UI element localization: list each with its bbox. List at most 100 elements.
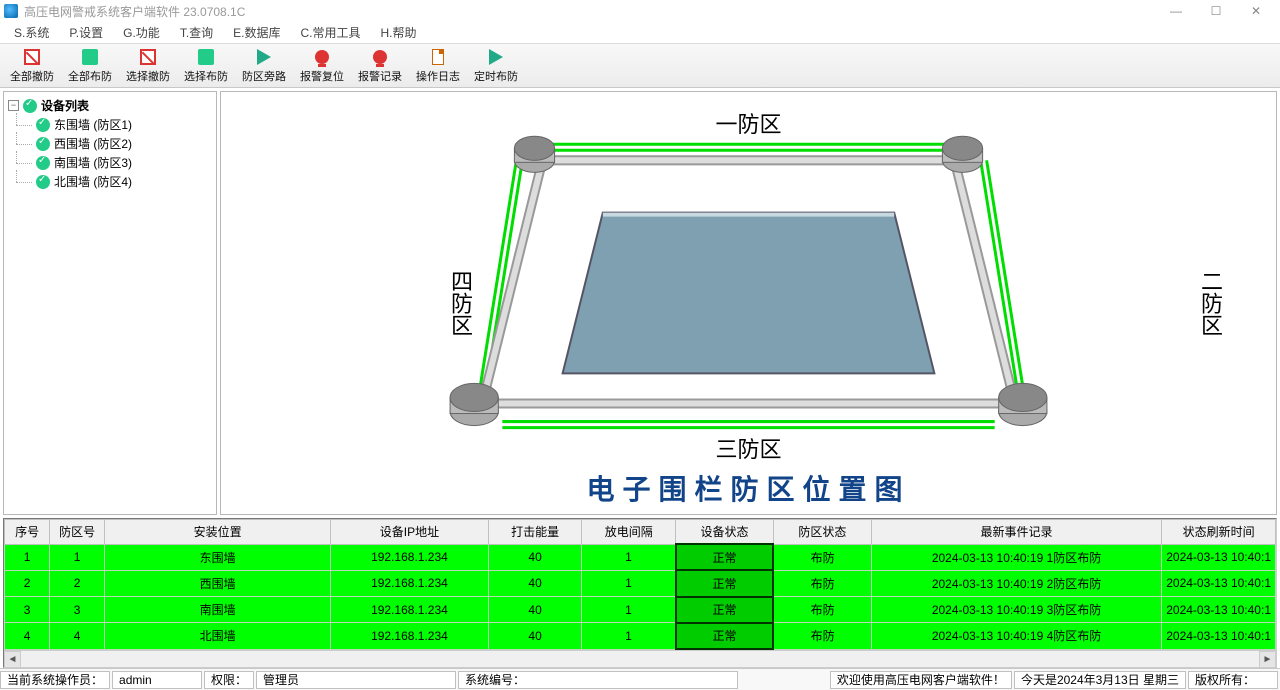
horizontal-scrollbar[interactable]: ◄ ► (4, 650, 1276, 667)
cell-idx: 2 (5, 570, 50, 596)
app-icon (4, 4, 18, 18)
play-icon (257, 49, 271, 65)
cell-idx: 4 (5, 623, 50, 649)
status-bar: 当前系统操作员： admin 权限： 管理员 系统编号： 欢迎使用高压电网客户端… (0, 668, 1280, 690)
cell-zone_status: 布防 (773, 597, 871, 623)
ok-icon (36, 175, 50, 189)
table-row[interactable]: 44北围墙192.168.1.234401正常布防2024-03-13 10:4… (5, 623, 1276, 649)
cell-location: 西围墙 (105, 570, 331, 596)
select-arm-button[interactable]: 选择布防 (178, 46, 234, 86)
arm-all-button[interactable]: 全部布防 (62, 46, 118, 86)
col-location[interactable]: 安装位置 (105, 520, 331, 545)
cell-refresh: 2024-03-13 10:40:1 (1162, 623, 1276, 649)
close-button[interactable]: ✕ (1236, 0, 1276, 22)
maximize-button[interactable]: ☐ (1196, 0, 1236, 22)
cell-location: 北围墙 (105, 623, 331, 649)
col-refresh[interactable]: 状态刷新时间 (1162, 520, 1276, 545)
cell-zone_no: 3 (50, 597, 105, 623)
ok-icon (36, 118, 50, 132)
cell-ip: 192.168.1.234 (331, 597, 489, 623)
alarm-reset-button[interactable]: 报警复位 (294, 46, 350, 86)
ok-icon (36, 137, 50, 151)
alarm-icon (315, 50, 329, 64)
col-zone-status[interactable]: 防区状态 (773, 520, 871, 545)
alarm-icon (373, 50, 387, 64)
col-idx[interactable]: 序号 (5, 520, 50, 545)
cell-interval: 1 (582, 570, 676, 596)
status-welcome: 欢迎使用高压电网客户端软件！ (830, 671, 1012, 689)
status-perm-value: 管理员 (256, 671, 456, 689)
cell-interval: 1 (582, 623, 676, 649)
cell-refresh: 2024-03-13 10:40:1 (1162, 570, 1276, 596)
cell-energy: 40 (488, 623, 582, 649)
tree-item[interactable]: 北围墙 (防区4) (8, 172, 212, 191)
arm-icon (198, 49, 214, 65)
cell-event: 2024-03-13 10:40:19 4防区布防 (871, 623, 1161, 649)
cell-dev_status: 正常 (676, 570, 774, 596)
col-event[interactable]: 最新事件记录 (871, 520, 1161, 545)
cell-zone_no: 1 (50, 544, 105, 570)
tree-item[interactable]: 东围墙 (防区1) (8, 115, 212, 134)
device-tree[interactable]: − 设备列表 东围墙 (防区1) 西围墙 (防区2) 南围墙 (防区3) 北围墙… (3, 91, 217, 515)
cell-zone_status: 布防 (773, 623, 871, 649)
title-bar: 高压电网警戒系统客户端软件 23.0708.1C — ☐ ✕ (0, 0, 1280, 22)
col-dev-status[interactable]: 设备状态 (676, 520, 774, 545)
op-log-button[interactable]: 操作日志 (410, 46, 466, 86)
cell-energy: 40 (488, 544, 582, 570)
ok-icon (36, 156, 50, 170)
menu-database[interactable]: E.数据库 (223, 22, 290, 43)
cell-dev_status: 正常 (676, 544, 774, 570)
minimize-button[interactable]: — (1156, 0, 1196, 22)
menu-system[interactable]: S.系统 (4, 22, 59, 43)
tree-root-node[interactable]: − 设备列表 (8, 96, 212, 115)
menu-tools[interactable]: C.常用工具 (291, 22, 371, 43)
menu-query[interactable]: T.查询 (170, 22, 223, 43)
collapse-icon[interactable]: − (8, 100, 19, 111)
cell-refresh: 2024-03-13 10:40:1 (1162, 597, 1276, 623)
cell-zone_no: 4 (50, 623, 105, 649)
fence-map-canvas: 一防区 二防区 三防区 四防区 电子围栏防区位置图 (220, 91, 1277, 515)
cell-event: 2024-03-13 10:40:19 3防区布防 (871, 597, 1161, 623)
col-zone-no[interactable]: 防区号 (50, 520, 105, 545)
tree-item[interactable]: 西围墙 (防区2) (8, 134, 212, 153)
cell-energy: 40 (488, 597, 582, 623)
menu-functions[interactable]: G.功能 (113, 22, 170, 43)
table-row[interactable]: 22西围墙192.168.1.234401正常布防2024-03-13 10:4… (5, 570, 1276, 596)
cell-ip: 192.168.1.234 (331, 544, 489, 570)
cell-ip: 192.168.1.234 (331, 623, 489, 649)
alarm-log-button[interactable]: 报警记录 (352, 46, 408, 86)
cell-location: 东围墙 (105, 544, 331, 570)
menu-bar: S.系统 P.设置 G.功能 T.查询 E.数据库 C.常用工具 H.帮助 (0, 22, 1280, 44)
status-perm-label: 权限： (204, 671, 254, 689)
cell-zone_status: 布防 (773, 544, 871, 570)
menu-help[interactable]: H.帮助 (371, 22, 427, 43)
cell-interval: 1 (582, 597, 676, 623)
timed-arm-button[interactable]: 定时布防 (468, 46, 524, 86)
cell-ip: 192.168.1.234 (331, 570, 489, 596)
cell-idx: 1 (5, 544, 50, 570)
select-disarm-button[interactable]: 选择撤防 (120, 46, 176, 86)
scroll-right-icon[interactable]: ► (1259, 651, 1276, 668)
cell-dev_status: 正常 (676, 623, 774, 649)
table-row[interactable]: 33南围墙192.168.1.234401正常布防2024-03-13 10:4… (5, 597, 1276, 623)
window-title: 高压电网警戒系统客户端软件 23.0708.1C (24, 3, 1156, 20)
cell-refresh: 2024-03-13 10:40:1 (1162, 544, 1276, 570)
menu-settings[interactable]: P.设置 (59, 22, 113, 43)
cell-zone_status: 布防 (773, 570, 871, 596)
fence-diagram (221, 92, 1276, 514)
log-icon (432, 49, 444, 65)
cell-location: 南围墙 (105, 597, 331, 623)
col-interval[interactable]: 放电间隔 (582, 520, 676, 545)
status-date: 今天是2024年3月13日 星期三 (1014, 671, 1186, 689)
disarm-all-button[interactable]: 全部撤防 (4, 46, 60, 86)
col-ip[interactable]: 设备IP地址 (331, 520, 489, 545)
tree-root-label: 设备列表 (41, 97, 89, 114)
cell-dev_status: 正常 (676, 597, 774, 623)
tree-item[interactable]: 南围墙 (防区3) (8, 153, 212, 172)
ok-icon (23, 99, 37, 113)
zone-bypass-button[interactable]: 防区旁路 (236, 46, 292, 86)
scroll-left-icon[interactable]: ◄ (4, 651, 21, 668)
table-row[interactable]: 11东围墙192.168.1.234401正常布防2024-03-13 10:4… (5, 544, 1276, 570)
col-energy[interactable]: 打击能量 (488, 520, 582, 545)
zone-status-grid[interactable]: 序号 防区号 安装位置 设备IP地址 打击能量 放电间隔 设备状态 防区状态 最… (3, 518, 1277, 668)
